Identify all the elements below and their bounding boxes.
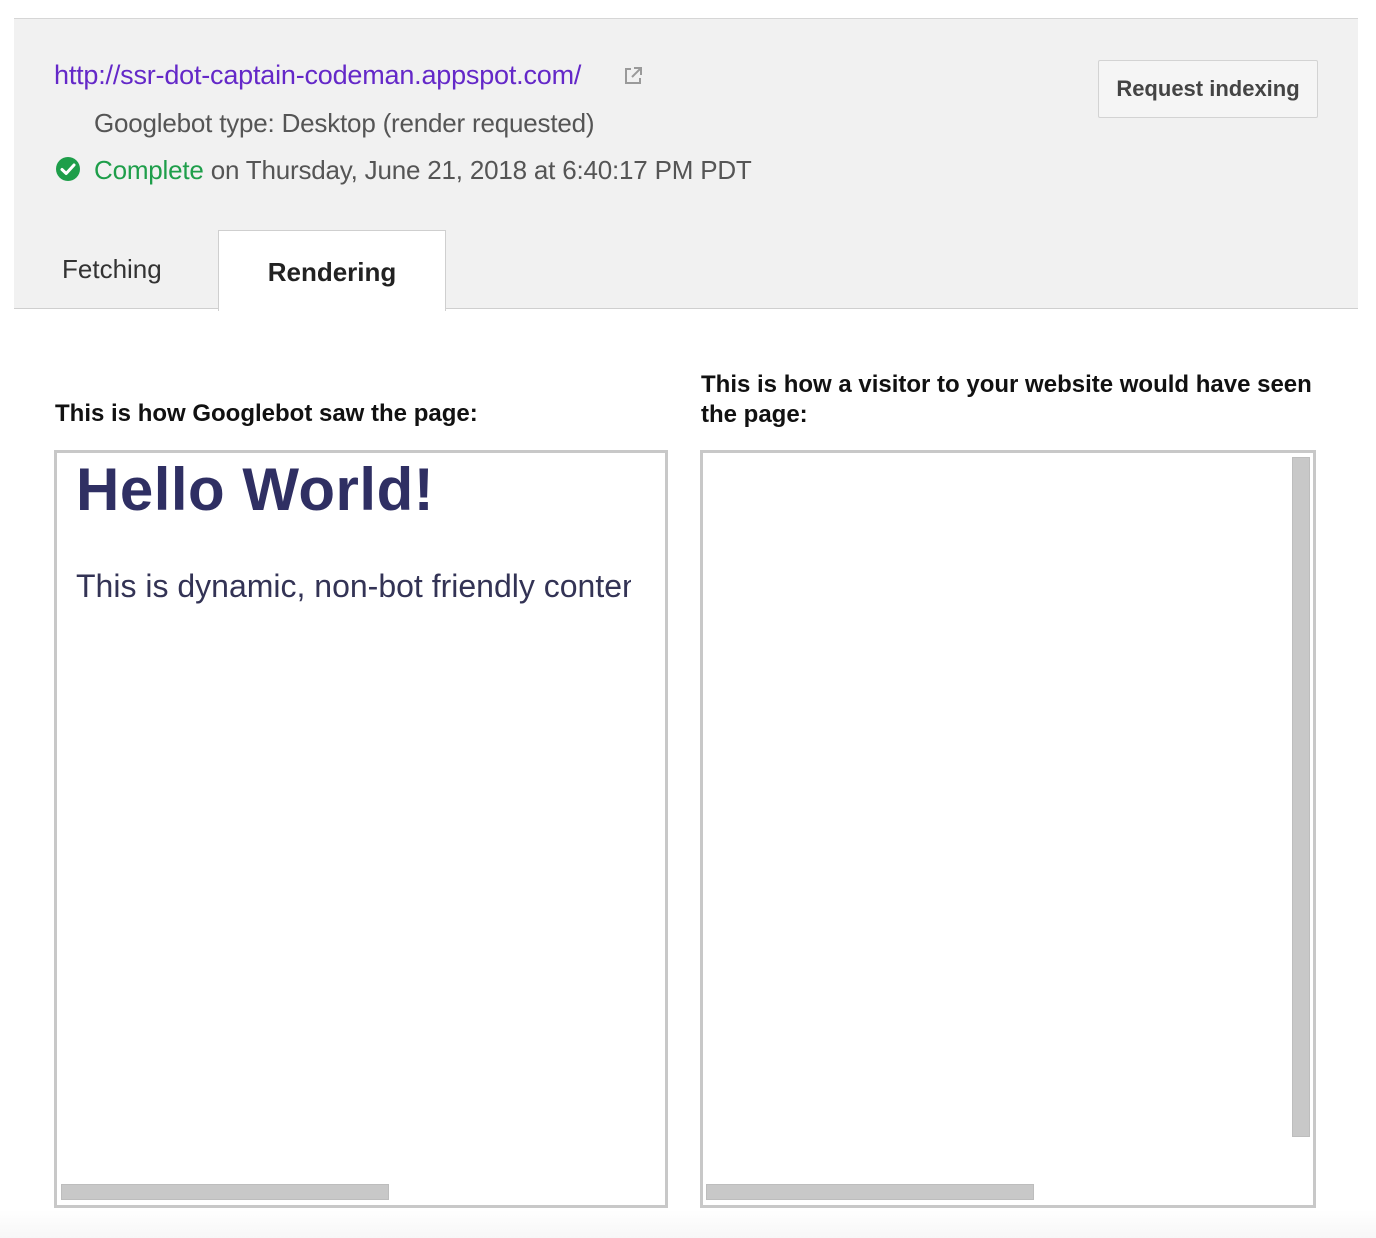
request-indexing-button[interactable]: Request indexing (1098, 60, 1318, 118)
googlebot-render-frame[interactable]: Hello World! This is dynamic, non-bot fr… (54, 450, 668, 1208)
external-link-icon[interactable] (622, 65, 644, 87)
fetch-status: Complete on Thursday, June 21, 2018 at 6… (94, 155, 752, 186)
horizontal-scrollbar[interactable] (61, 1184, 389, 1200)
tab-fetching[interactable]: Fetching (14, 230, 219, 309)
visitor-view-caption: This is how a visitor to your website wo… (701, 371, 1312, 428)
rendered-body-text: This is dynamic, non-bot friendly conten (76, 568, 631, 604)
vertical-scrollbar[interactable] (1292, 457, 1310, 1137)
rendered-heading: Hello World! (76, 456, 435, 523)
horizontal-scrollbar[interactable] (706, 1184, 1034, 1200)
status-complete-label: Complete (94, 155, 204, 185)
googlebot-type-label: Googlebot type: Desktop (render requeste… (94, 108, 595, 138)
status-timestamp: on Thursday, June 21, 2018 at 6:40:17 PM… (203, 155, 752, 185)
check-circle-icon (55, 156, 81, 182)
visitor-render-frame[interactable] (700, 450, 1316, 1208)
tab-rendering[interactable]: Rendering (218, 230, 446, 311)
fetch-and-render-page: http://ssr-dot-captain-codeman.appspot.c… (0, 0, 1376, 1238)
googlebot-view-caption: This is how Googlebot saw the page: (55, 400, 478, 427)
page-bottom-edge (0, 1210, 1376, 1238)
fetched-url-link[interactable]: http://ssr-dot-captain-codeman.appspot.c… (54, 60, 581, 91)
